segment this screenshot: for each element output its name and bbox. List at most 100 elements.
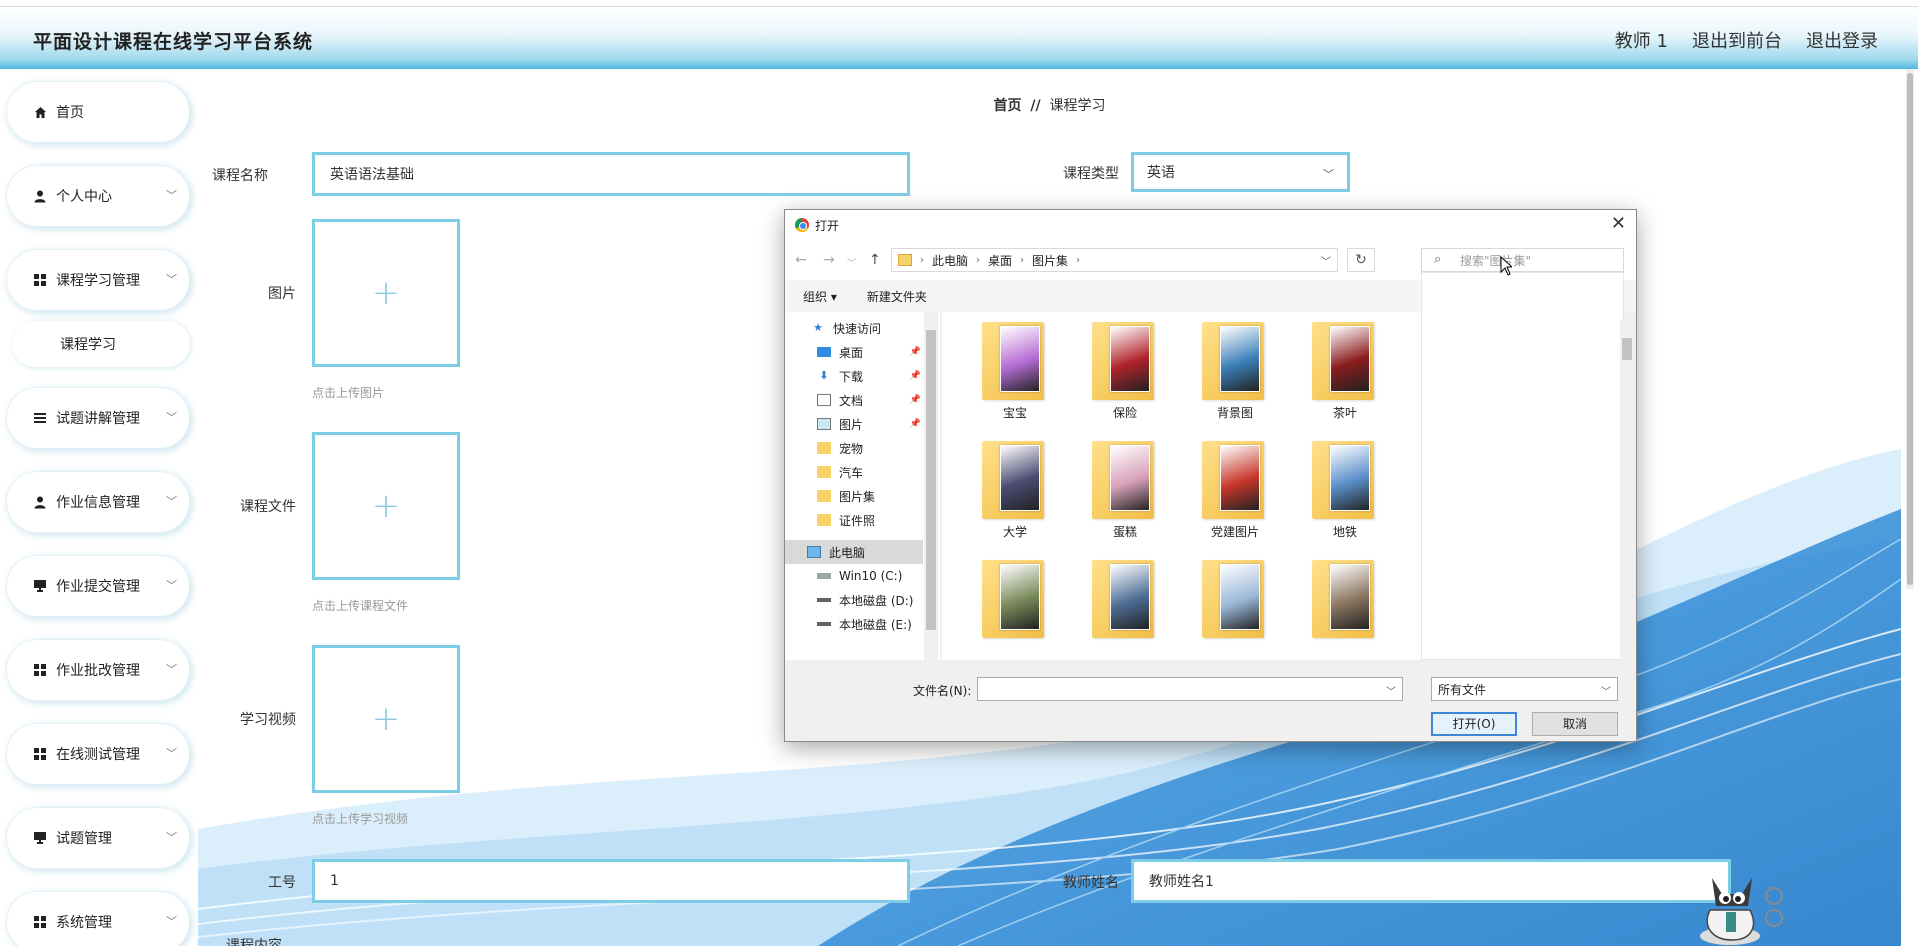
pin-icon: 📌: [909, 395, 921, 405]
address-bar[interactable]: › 此电脑 › 桌面 › 图片集 › ﹀: [891, 248, 1338, 272]
course-type-select[interactable]: 英语 ﹀: [1131, 152, 1350, 192]
folder-item[interactable]: [1190, 550, 1280, 660]
refresh-button[interactable]: ↻: [1347, 248, 1375, 272]
tree-item-label: 本地磁盘 (D:): [839, 593, 914, 608]
folder-item[interactable]: 大学: [970, 431, 1060, 541]
study-video-label: 学习视频: [240, 712, 296, 728]
tree-item-drive-e[interactable]: 本地磁盘 (E:): [785, 612, 923, 636]
tree-item-documents[interactable]: 文档 📌: [785, 388, 923, 412]
folder-item[interactable]: 茶叶: [1300, 312, 1390, 422]
sidebar-item-home[interactable]: 首页: [6, 81, 190, 143]
tree-item-quick-access[interactable]: ★ 快速访问: [785, 316, 923, 340]
logout-link[interactable]: 退出登录: [1806, 27, 1878, 53]
path-segment[interactable]: 图片集: [1032, 252, 1068, 269]
sidebar-item-homework-submit[interactable]: 作业提交管理 ﹀: [6, 555, 190, 617]
plus-icon: +: [371, 273, 401, 313]
folder-icon: [817, 442, 831, 454]
folder-item[interactable]: 背景图: [1190, 312, 1280, 422]
tree-item-drive-d[interactable]: 本地磁盘 (D:): [785, 588, 923, 612]
header-actions: 教师 1 退出到前台 退出登录: [1615, 27, 1878, 53]
folder-item[interactable]: 蛋糕: [1080, 431, 1170, 541]
file-list-scrollbar[interactable]: [1620, 320, 1634, 660]
drive-icon: [817, 622, 831, 626]
folder-item[interactable]: [970, 550, 1060, 660]
image-upload[interactable]: +: [312, 219, 460, 367]
person-icon: [33, 495, 47, 509]
sidebar: 首页 个人中心 ﹀ 课程学习管理 ﹀ 课程学习 试题讲解管理 ﹀ 作业信息管理 …: [0, 69, 195, 946]
folder-item[interactable]: [1080, 550, 1170, 660]
tree-item-desktop[interactable]: 桌面 📌: [785, 340, 923, 364]
folder-item[interactable]: 党建图片: [1190, 431, 1280, 541]
tree-item-drive-c[interactable]: Win10 (C:): [785, 564, 923, 588]
close-icon[interactable]: ✕: [1611, 213, 1626, 234]
desktop-icon: [817, 347, 831, 357]
folder-item[interactable]: 地铁: [1300, 431, 1390, 541]
filename-input[interactable]: ﹀: [977, 677, 1403, 701]
sidebar-item-label: 试题讲解管理: [56, 411, 140, 427]
search-input[interactable]: ⌕ 搜索"图片集": [1421, 248, 1624, 272]
cancel-button[interactable]: 取消: [1532, 712, 1618, 736]
tree-item-label: 文档: [839, 393, 864, 408]
tree-item-label: 快速访问: [833, 321, 882, 336]
sidebar-item-homework-info[interactable]: 作业信息管理 ﹀: [6, 471, 190, 533]
sidebar-item-question-manage[interactable]: 试题管理 ﹀: [6, 807, 190, 869]
up-arrow-icon[interactable]: ↑: [869, 252, 881, 268]
tree-item-pets[interactable]: 宠物: [785, 436, 923, 460]
chevron-down-icon: ﹀: [166, 411, 177, 424]
computer-icon: [807, 546, 821, 558]
filetype-select[interactable]: 所有文件 ﹀: [1431, 677, 1618, 701]
path-segment[interactable]: 此电脑: [932, 252, 968, 269]
course-file-upload[interactable]: +: [312, 432, 460, 580]
sidebar-subitem-course-study[interactable]: 课程学习: [12, 321, 190, 367]
chrome-icon: [795, 218, 809, 232]
mouse-cursor-icon: [1500, 256, 1512, 276]
sidebar-item-system[interactable]: 系统管理 ﹀: [6, 891, 190, 946]
sidebar-item-question-explain[interactable]: 试题讲解管理 ﹀: [6, 387, 190, 449]
app-title: 平面设计课程在线学习平台系统: [33, 31, 314, 53]
organize-menu[interactable]: 组织 ▾: [803, 288, 837, 305]
recent-dropdown-icon[interactable]: ﹀: [847, 256, 856, 269]
sidebar-item-course-manage[interactable]: 课程学习管理 ﹀: [6, 249, 190, 311]
new-folder-button[interactable]: 新建文件夹: [867, 288, 927, 305]
forward-arrow-icon[interactable]: →: [823, 252, 835, 268]
tree-item-this-pc[interactable]: 此电脑: [785, 540, 923, 564]
top-header: 平面设计课程在线学习平台系统 教师 1 退出到前台 退出登录: [0, 6, 1918, 69]
folder-item[interactable]: 保险: [1080, 312, 1170, 422]
sidebar-item-online-test[interactable]: 在线测试管理 ﹀: [6, 723, 190, 785]
course-name-input[interactable]: 英语语法基础: [312, 152, 910, 196]
current-user-link[interactable]: 教师 1: [1615, 27, 1668, 53]
page-scrollbar[interactable]: [1906, 69, 1914, 589]
chevron-down-icon[interactable]: ﹀: [1321, 253, 1331, 268]
tree-item-downloads[interactable]: ⬇ 下载 📌: [785, 364, 923, 388]
open-button[interactable]: 打开(O): [1431, 712, 1517, 736]
teacher-name-input[interactable]: 教师姓名1: [1131, 859, 1731, 903]
plus-icon: +: [371, 486, 401, 526]
chevron-down-icon[interactable]: ﹀: [1386, 683, 1396, 698]
path-segment[interactable]: 桌面: [988, 252, 1012, 269]
front-page-link[interactable]: 退出到前台: [1692, 27, 1782, 53]
back-arrow-icon[interactable]: ←: [795, 252, 807, 268]
scrollbar-thumb[interactable]: [1622, 338, 1632, 360]
tree-scrollbar[interactable]: [924, 312, 938, 660]
scrollbar-thumb[interactable]: [926, 330, 936, 630]
breadcrumb-home[interactable]: 首页: [993, 98, 1021, 114]
scrollbar-thumb[interactable]: [1907, 73, 1913, 585]
sidebar-item-homework-grade[interactable]: 作业批改管理 ﹀: [6, 639, 190, 701]
folder-item[interactable]: [1300, 550, 1390, 660]
image-upload-hint: 点击上传图片: [312, 386, 385, 400]
grid-icon: [33, 663, 47, 677]
tree-item-pictures[interactable]: 图片 📌: [785, 412, 923, 436]
tree-item-cars[interactable]: 汽车: [785, 460, 923, 484]
folder-item[interactable]: 宝宝: [970, 312, 1060, 422]
tree-item-id-photos[interactable]: 证件照: [785, 508, 923, 532]
folder-label: 茶叶: [1332, 406, 1357, 420]
download-icon: ⬇: [819, 369, 829, 382]
sidebar-item-personal[interactable]: 个人中心 ﹀: [6, 165, 190, 227]
tree-item-picture-set[interactable]: 图片集: [785, 484, 923, 508]
job-number-input[interactable]: 1: [312, 859, 910, 903]
folder-thumbnail: [1000, 326, 1040, 392]
study-video-upload[interactable]: +: [312, 645, 460, 793]
plus-icon: +: [371, 699, 401, 739]
breadcrumb: 首页 // 课程学习: [198, 95, 1901, 115]
dialog-titlebar[interactable]: 打开 ✕: [785, 210, 1636, 240]
